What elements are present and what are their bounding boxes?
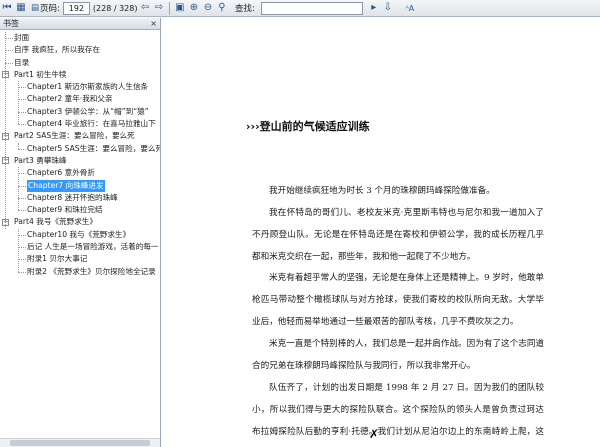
find-options-icon[interactable]: ⇩ xyxy=(381,1,395,15)
tree-connector xyxy=(18,87,26,89)
zoom-out-icon[interactable]: ⊖ xyxy=(201,1,215,15)
bookmark-sidebar: 书签 × 封面 自序 我疯狂，所以我存在 目录 Part1 初生牛犊 − Chapter1… xyxy=(0,18,161,447)
tree-part-item[interactable]: Part4 我号《荒野求生》 − xyxy=(0,216,160,228)
tree-chapter-item[interactable]: Chapter8 迷开怀抱的珠峰 xyxy=(0,192,160,204)
sidebar-title: 书签 xyxy=(3,19,19,28)
page-total: (228 / 328) xyxy=(92,3,138,13)
tree-chapter-item[interactable]: Chapter3 伊顿公学：从“帽”到“猿” xyxy=(0,106,160,118)
paragraph: 米克一直是个特别棒的人，我们总是一起并肩作战。因为有了这个志同道合的兄弟在珠穆朗… xyxy=(252,339,545,371)
tree-chapter-item[interactable]: Chapter6 意外骨折 xyxy=(0,167,160,179)
tree-item-label: Chapter8 迷开怀抱的珠峰 xyxy=(27,192,118,202)
tree-item-label: Chapter4 毕业旅行：在喜马拉雅山下 xyxy=(27,119,156,129)
tree-item-label: Chapter10 我与《荒野求生》 xyxy=(27,229,131,239)
tree-connector xyxy=(5,50,13,52)
paragraph: 我开始继续疯狂地为时长 3 个月的珠穆朗玛峰探险做准备。 xyxy=(269,186,495,196)
tree-connector xyxy=(18,234,26,236)
tree-connector xyxy=(18,111,26,113)
page-label: 页码: xyxy=(40,4,60,14)
tree-connector xyxy=(5,62,13,64)
section-heading: ›››登山前的气候适应训练 xyxy=(246,120,370,133)
tree-chapter-item[interactable]: 后记 人生是一场冒险游戏，活着的每一 xyxy=(0,241,160,253)
tree-chapter-item[interactable]: 附录2 《荒野求生》贝尔探险地全记录 xyxy=(0,266,160,278)
find-icon[interactable]: ⚲ xyxy=(215,1,229,15)
tree-connector xyxy=(5,38,13,39)
tree-chapter-item[interactable]: Chapter7 向珠峰进发 xyxy=(0,179,160,192)
zoom-in-icon[interactable]: ⊕ xyxy=(187,1,201,15)
tree-connector xyxy=(18,259,26,261)
tree-item-label: Part2 SAS生涯：要么冒险，要么死 xyxy=(14,131,135,141)
tree-part-item[interactable]: Part2 SAS生涯：要么冒险，要么死 − xyxy=(0,130,160,142)
page-label-group: ▤ 页码: xyxy=(28,2,63,14)
scrollbar-thumb[interactable] xyxy=(10,440,150,446)
tree-item-label: Part3 勇攀珠峰 xyxy=(14,155,67,165)
tree-chapter-item[interactable]: 封面 xyxy=(0,32,160,44)
tree-connector xyxy=(18,210,26,212)
tree-item-label: Chapter5 SAS生涯：要么冒险，要么死 xyxy=(27,143,160,153)
find-next-icon[interactable]: ▸ xyxy=(367,1,381,15)
bookmark-icon[interactable]: ▦ xyxy=(14,1,28,15)
tree-chapter-item[interactable]: Chapter1 斯迈尔斯家族的人生信条 xyxy=(0,81,160,93)
tree-item-label: 自序 我疯狂，所以我存在 xyxy=(14,45,100,55)
tree-connector xyxy=(18,124,26,126)
paragraph: 米克有着超乎常人的坚强，无论是在身体上还是精神上。9 岁时，他敢单枪匹马带动整个… xyxy=(252,273,544,327)
tree-vertical-line xyxy=(18,142,19,149)
paragraph: 队伍齐了，计划的出发日期是 1998 年 2 月 27 日。因为我们的团队较小，… xyxy=(252,383,544,437)
tree-item-label: 附录2 《荒野求生》贝尔探险地全记录 xyxy=(27,266,156,276)
tree-connector xyxy=(18,185,26,187)
search-label-group: 查找: xyxy=(232,2,258,14)
page-icon: ▤ xyxy=(31,3,40,13)
sidebar-horizontal-scrollbar[interactable] xyxy=(0,438,160,447)
tree-connector xyxy=(18,99,26,101)
tree-item-label: Chapter3 伊顿公学：从“帽”到“猿” xyxy=(27,106,149,116)
sidebar-header: 书签 × xyxy=(0,18,160,30)
tree-item-label: 目录 xyxy=(14,57,30,67)
tree-part-item[interactable]: Part3 勇攀珠峰 − xyxy=(0,155,160,167)
tree-chapter-item[interactable]: Chapter10 我与《荒野求生》 xyxy=(0,229,160,241)
tree-chapter-item[interactable]: Chapter4 毕业旅行：在喜马拉雅山下 xyxy=(0,118,160,130)
tree-item-label: Chapter2 童年·我和父亲 xyxy=(27,94,113,104)
bookmark-tree: 封面自序 我疯狂，所以我存在 目录 Part1 初生牛犊 − Chapter1 斯迈尔斯… xyxy=(0,30,160,278)
toolbar-divider xyxy=(168,1,170,15)
tree-vertical-line xyxy=(5,32,6,229)
forward-icon[interactable]: ⇨ xyxy=(152,1,166,15)
tree-chapter-item[interactable]: 目录 xyxy=(0,57,160,69)
paragraph: 我在怀特岛的哥们儿、老校友米克·克里斯韦特也与尼尔和我一道加入了不丹顾登山队。无… xyxy=(252,208,544,262)
first-page-icon[interactable]: ⏮ xyxy=(0,1,14,15)
tree-chapter-item[interactable]: 自序 我疯狂，所以我存在 xyxy=(0,44,160,56)
tree-connector xyxy=(18,148,26,150)
tree-vertical-line xyxy=(18,167,19,211)
tree-item-label: 封面 xyxy=(14,33,30,42)
page-number-input[interactable]: 192 xyxy=(62,1,90,15)
document-view: ›››登山前的气候适应训练 我开始继续疯狂地为时长 3 个月的珠穆朗玛峰探险做准… xyxy=(162,18,600,447)
tree-connector xyxy=(18,173,26,175)
tree-connector xyxy=(18,271,26,273)
search-label: 查找: xyxy=(234,4,255,14)
back-icon[interactable]: ⇦ xyxy=(138,1,152,15)
font-icon[interactable]: ᴬA xyxy=(403,1,417,15)
tree-item-label: Part1 初生牛犊 xyxy=(14,69,67,79)
tree-part-item[interactable]: Part1 初生牛犊 − xyxy=(0,69,160,81)
tree-connector xyxy=(18,197,26,199)
tree-item-label: Part4 我号《荒野求生》 xyxy=(14,217,97,227)
toolbar: ⏮ ▦ ▤ 页码: 192 (228 / 328) ⇦ ⇨ ▣ ⊕ ⊖ ⚲ 查找… xyxy=(0,0,600,17)
tree-chapter-item[interactable]: Chapter5 SAS生涯：要么冒险，要么死 xyxy=(0,143,160,155)
cursor-icon: ✗ xyxy=(369,427,380,441)
close-icon[interactable]: × xyxy=(150,19,157,28)
search-input[interactable] xyxy=(260,1,363,15)
tree-connector xyxy=(18,247,26,249)
tree-item-label: 后记 人生是一场冒险游戏，活着的每一 xyxy=(27,242,159,252)
tree-item-label: Chapter1 斯迈尔斯家族的人生信条 xyxy=(27,82,149,92)
tree-item-label: Chapter9 和珠拉完结 xyxy=(27,205,103,215)
tree-chapter-item[interactable]: 附录1 贝尔大事记 xyxy=(0,253,160,265)
save-icon[interactable]: ▣ xyxy=(173,1,187,15)
tree-chapter-item[interactable]: Chapter2 童年·我和父亲 xyxy=(0,93,160,105)
tree-item-label: 附录1 贝尔大事记 xyxy=(27,254,88,264)
tree-vertical-line xyxy=(18,81,19,125)
tree-item-label: Chapter7 向珠峰进发 xyxy=(27,179,105,192)
tree-vertical-line xyxy=(18,228,19,272)
tree-item-label: Chapter6 意外骨折 xyxy=(27,168,95,178)
tree-chapter-item[interactable]: Chapter9 和珠拉完结 xyxy=(0,204,160,216)
